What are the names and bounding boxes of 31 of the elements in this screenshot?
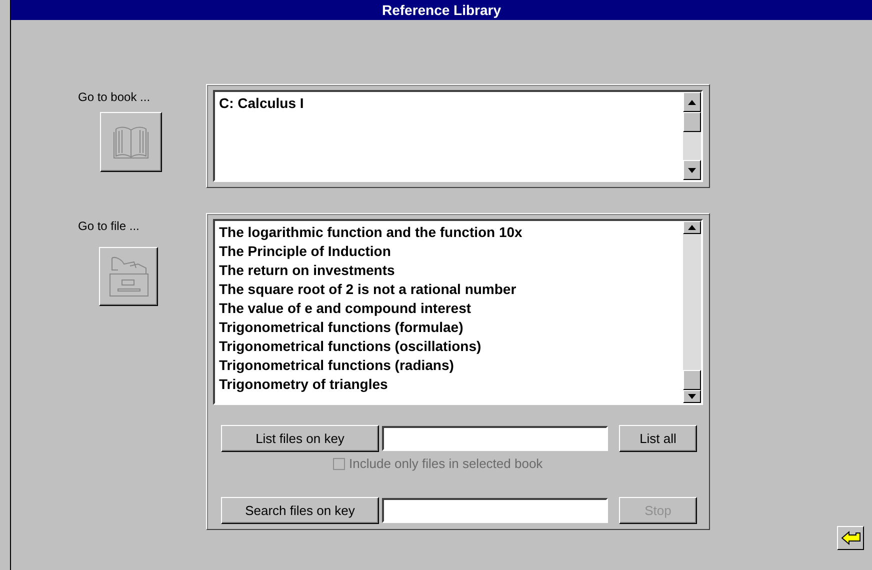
book-item[interactable]: C: Calculus I <box>219 94 679 113</box>
search-field[interactable] <box>382 498 608 523</box>
key-field[interactable] <box>382 426 608 451</box>
section-label: Go to file ... <box>78 219 140 233</box>
file-item[interactable]: Trigonometrical functions (radians) <box>219 356 679 375</box>
file-item[interactable]: The value of e and compound interest <box>219 299 679 318</box>
file-item[interactable]: Trigonometrical functions (oscillations) <box>219 337 679 356</box>
scroll-thumb[interactable] <box>683 112 701 132</box>
file-item[interactable]: The Principle of Induction <box>219 242 679 261</box>
list-all-button[interactable]: List all <box>619 425 697 452</box>
search-files-button[interactable]: Search files on key <box>221 497 379 524</box>
down-arrow-icon <box>688 168 696 172</box>
scroll-down-button[interactable] <box>683 160 701 180</box>
list-files-button[interactable]: List files on key <box>221 425 379 452</box>
up-arrow-icon <box>688 100 696 104</box>
up-arrow-icon <box>688 225 696 230</box>
file-item[interactable]: Trigonometry of triangles <box>219 375 679 394</box>
file-item[interactable]: The square root of 2 is not a rational number <box>219 280 679 299</box>
checkbox-label: Include only files in selected book <box>349 456 543 471</box>
file-item[interactable]: The logarithmic function and the function 10x <box>219 223 679 242</box>
file-item[interactable]: Trigonometrical functions (formulae) <box>219 318 679 337</box>
scroll-up-button[interactable] <box>683 92 701 112</box>
down-arrow-icon <box>688 394 696 399</box>
back-button[interactable] <box>837 526 864 550</box>
scroll-thumb[interactable] <box>683 370 701 390</box>
scroll-up-button[interactable] <box>683 221 701 234</box>
file-item[interactable]: The return on investments <box>219 261 679 280</box>
back-arrow-icon <box>840 531 860 545</box>
scroll-down-button[interactable] <box>683 390 701 403</box>
window-title: Reference Library <box>11 0 872 20</box>
section-label: Go to book ... <box>78 90 150 104</box>
